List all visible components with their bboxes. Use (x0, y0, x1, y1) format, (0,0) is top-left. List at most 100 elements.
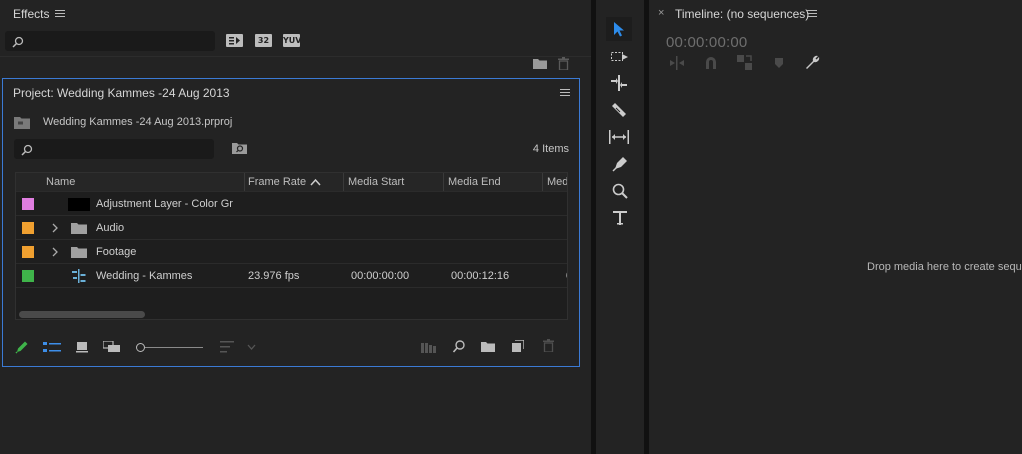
new-item-icon[interactable] (512, 340, 524, 352)
item-media-start: 00:00:00:00 (351, 270, 410, 282)
timeline-panel-menu-icon[interactable] (807, 10, 817, 18)
trash-icon[interactable] (558, 57, 569, 70)
project-file-icon (14, 117, 30, 129)
item-media-end: 00:00:12:16 (451, 270, 510, 282)
column-header-frame-rate[interactable]: Frame Rate (248, 173, 308, 191)
project-panel-menu-icon[interactable] (560, 89, 570, 97)
new-search-bin-icon[interactable] (232, 142, 247, 154)
snap-magnet-icon[interactable] (705, 56, 717, 69)
column-separator[interactable] (443, 173, 444, 191)
label-color-swatch[interactable] (22, 198, 34, 210)
sort-ascending-icon[interactable] (310, 178, 321, 186)
label-color-swatch[interactable] (22, 222, 34, 234)
list-item[interactable]: Footage (16, 239, 567, 264)
project-file-name: Wedding Kammes -24 Aug 2013.prproj (43, 116, 233, 128)
column-header-name[interactable]: Name (46, 173, 236, 191)
effects-search-field[interactable] (5, 31, 215, 51)
32-bit-effects-icon[interactable]: 32 (255, 34, 272, 47)
type-t-icon (613, 211, 627, 225)
timeline-panel: × Timeline: (no sequences) 00:00:00:00 D… (649, 0, 1022, 454)
timeline-panel-title[interactable]: Timeline: (no sequences) (675, 7, 809, 21)
ripple-edit-tool-button[interactable] (606, 71, 632, 95)
automate-to-sequence-icon[interactable] (421, 342, 436, 353)
pencil-icon[interactable] (15, 340, 29, 354)
accelerated-effects-icon[interactable] (226, 34, 243, 47)
empty-panel-area (0, 368, 591, 454)
zoom-slider-track[interactable] (145, 347, 203, 348)
folder-icon (71, 223, 87, 234)
effects-panel-menu-icon[interactable] (55, 10, 65, 18)
item-name[interactable]: Footage (96, 240, 241, 264)
selection-tool-button[interactable] (606, 17, 632, 41)
add-marker-icon[interactable] (775, 58, 783, 68)
label-color-swatch[interactable] (22, 246, 34, 258)
track-select-tool-button[interactable] (606, 45, 632, 69)
label-color-swatch[interactable] (22, 270, 34, 282)
effects-panel-title[interactable]: Effects (13, 7, 49, 21)
slip-icon (609, 130, 629, 144)
yuv-effects-icon[interactable]: YUV (283, 34, 301, 47)
tools-panel (596, 0, 644, 454)
item-frame-rate: 23.976 fps (248, 270, 300, 282)
project-panel: Project: Wedding Kammes -24 Aug 2013 Wed… (2, 78, 580, 367)
item-name[interactable]: Wedding - Kammes (96, 264, 241, 288)
arrow-cursor-icon (614, 22, 624, 37)
linked-selection-icon[interactable] (737, 55, 752, 70)
item-name[interactable]: Audio (96, 216, 241, 240)
column-separator[interactable] (244, 173, 245, 191)
list-item[interactable]: Audio (16, 215, 567, 240)
project-panel-title[interactable]: Project: Wedding Kammes -24 Aug 2013 (13, 86, 230, 100)
column-header-media-start[interactable]: Media Start (348, 173, 438, 191)
pen-tool-button[interactable] (606, 152, 632, 176)
slip-tool-button[interactable] (606, 125, 632, 149)
item-name[interactable]: Adjustment Layer - Color Gr (96, 192, 241, 216)
chevron-down-icon[interactable] (247, 344, 256, 350)
type-tool-button[interactable] (606, 206, 632, 230)
new-bin-icon[interactable] (481, 341, 495, 352)
razor-icon (612, 103, 626, 117)
wrench-icon[interactable] (805, 55, 820, 70)
adjustment-layer-thumbnail (68, 198, 90, 211)
column-separator[interactable] (542, 173, 543, 191)
find-icon[interactable] (453, 340, 465, 353)
new-folder-icon[interactable] (533, 58, 547, 69)
column-header-media-end[interactable]: Media End (448, 173, 538, 191)
project-search-input[interactable] (15, 140, 213, 158)
effects-search-input[interactable] (6, 32, 214, 50)
list-view-icon[interactable] (43, 342, 61, 353)
folder-icon (71, 247, 87, 258)
project-search-field[interactable] (14, 139, 214, 159)
list-header: Name Frame Rate Media Start Media End Me… (16, 173, 567, 191)
clear-icon[interactable] (543, 339, 554, 352)
search-icon (12, 36, 24, 48)
close-panel-icon[interactable]: × (658, 7, 664, 19)
drop-media-message: Drop media here to create sequ (867, 261, 1022, 273)
project-items-list: Name Frame Rate Media Start Media End Me… (15, 172, 568, 320)
ripple-edit-icon (611, 75, 627, 91)
list-item[interactable]: Adjustment Layer - Color Gr (16, 191, 567, 216)
sequence-icon (72, 269, 86, 283)
freeform-view-icon[interactable] (103, 341, 121, 353)
horizontal-scrollbar[interactable] (19, 311, 145, 318)
sort-icons-icon[interactable] (220, 341, 234, 353)
zoom-tool-button[interactable] (606, 179, 632, 203)
chevron-right-icon[interactable] (52, 247, 58, 257)
effects-panel: Effects 32 YUV (0, 0, 591, 76)
column-separator[interactable] (343, 173, 344, 191)
item-count: 4 Items (532, 143, 569, 155)
list-item[interactable]: Wedding - Kammes 23.976 fps 00:00:00:00 … (16, 263, 567, 288)
column-header-media-duration[interactable]: Med (547, 173, 567, 191)
chevron-right-icon[interactable] (52, 223, 58, 233)
magnifier-icon (612, 183, 628, 199)
item-media-duration: 0 (566, 264, 567, 288)
track-select-icon (611, 52, 628, 61)
insert-nest-icon[interactable] (670, 56, 684, 70)
playhead-timecode[interactable]: 00:00:00:00 (666, 34, 747, 51)
razor-tool-button[interactable] (606, 98, 632, 122)
search-icon (21, 144, 33, 156)
divider (16, 287, 567, 288)
zoom-slider-handle[interactable] (136, 343, 145, 352)
pen-icon (612, 157, 627, 172)
icon-view-icon[interactable] (76, 341, 88, 353)
divider (0, 56, 591, 57)
